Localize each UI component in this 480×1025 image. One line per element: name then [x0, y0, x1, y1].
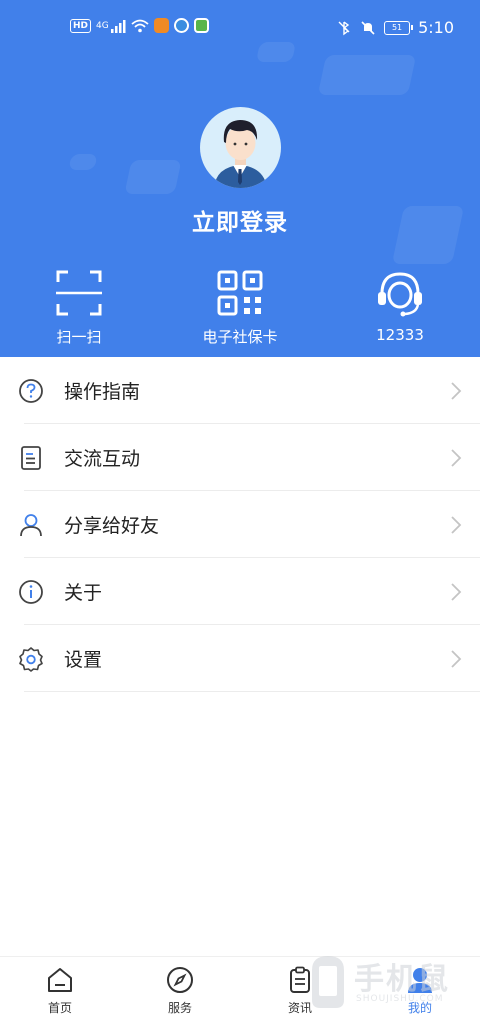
compass-icon [167, 967, 193, 993]
scan-label: 扫一扫 [56, 328, 102, 346]
chevron-right-icon [451, 516, 462, 534]
chat-app-icon [193, 18, 209, 33]
nav-label: 我的 [407, 1001, 432, 1015]
menu-item-label: 关于 [64, 582, 103, 604]
nav-label: 服务 [167, 1001, 192, 1015]
hd-indicator: HD [70, 18, 92, 33]
header-decoration [68, 154, 98, 170]
vibrate-icon [338, 20, 350, 35]
social-security-card-button[interactable]: 电子社保卡 [185, 268, 295, 347]
network-type: 4G [96, 20, 109, 31]
login-button[interactable]: 立即登录 [0, 203, 480, 237]
app-screen: HD 4G 51 5:10 立即登录 扫一扫 电子社保卡 12333 操作指南 … [0, 0, 480, 1025]
user-icon [20, 514, 42, 537]
social-security-card-label: 电子社保卡 [202, 328, 278, 346]
menu-item-label: 设置 [64, 649, 103, 671]
mute-icon [361, 20, 375, 35]
hotline-button[interactable]: 12333 [345, 268, 455, 344]
nav-label: 首页 [47, 1001, 72, 1015]
nav-home[interactable]: 首页 [30, 965, 90, 1016]
nav-news[interactable]: 资讯 [270, 965, 330, 1016]
home-icon [48, 968, 72, 992]
customer-service-icon [378, 272, 422, 317]
nav-label: 资讯 [287, 1001, 312, 1015]
profile-icon [408, 968, 432, 993]
nav-mine[interactable]: 我的 [390, 965, 450, 1016]
wifi-icon [131, 19, 149, 32]
hotline-label: 12333 [376, 326, 424, 344]
chevron-right-icon [451, 449, 462, 467]
status-bar: HD 4G 51 5:10 [0, 0, 480, 56]
info-icon [19, 580, 43, 604]
menu-item-about[interactable]: 关于 [0, 558, 480, 625]
avatar-illustration [214, 120, 267, 188]
nav-services[interactable]: 服务 [150, 965, 210, 1016]
menu-item-share[interactable]: 分享给好友 [0, 491, 480, 558]
menu-item-label: 交流互动 [64, 448, 141, 470]
clipboard-icon [290, 966, 310, 993]
help-icon [19, 379, 43, 403]
video-app-icon [153, 18, 169, 33]
profile-header: HD 4G 51 5:10 立即登录 扫一扫 电子社保卡 12333 [0, 0, 480, 357]
scan-button[interactable]: 扫一扫 [24, 268, 134, 347]
qr-code-icon [217, 270, 263, 316]
menu-item-interaction[interactable]: 交流互动 [0, 424, 480, 491]
avatar[interactable] [200, 107, 281, 188]
battery-icon: 51 [384, 20, 414, 35]
menu-item-label: 操作指南 [64, 381, 141, 403]
menu-item-guide[interactable]: 操作指南 [0, 357, 480, 424]
header-decoration [124, 160, 182, 194]
chevron-right-icon [451, 650, 462, 668]
clock: 5:10 [418, 18, 454, 37]
signal-icon [110, 19, 126, 33]
bottom-navigation: 首页 服务 资讯 我的 [0, 956, 480, 1025]
settings-menu: 操作指南 交流互动 分享给好友 关于 设置 [0, 357, 480, 692]
scan-icon [56, 270, 102, 316]
gear-icon [19, 647, 43, 672]
browser-app-icon [173, 18, 189, 33]
header-decoration [317, 55, 417, 95]
menu-divider [24, 691, 480, 692]
document-icon [21, 446, 41, 470]
menu-item-settings[interactable]: 设置 [0, 625, 480, 692]
chevron-right-icon [451, 382, 462, 400]
menu-item-label: 分享给好友 [64, 515, 160, 537]
chevron-right-icon [451, 583, 462, 601]
